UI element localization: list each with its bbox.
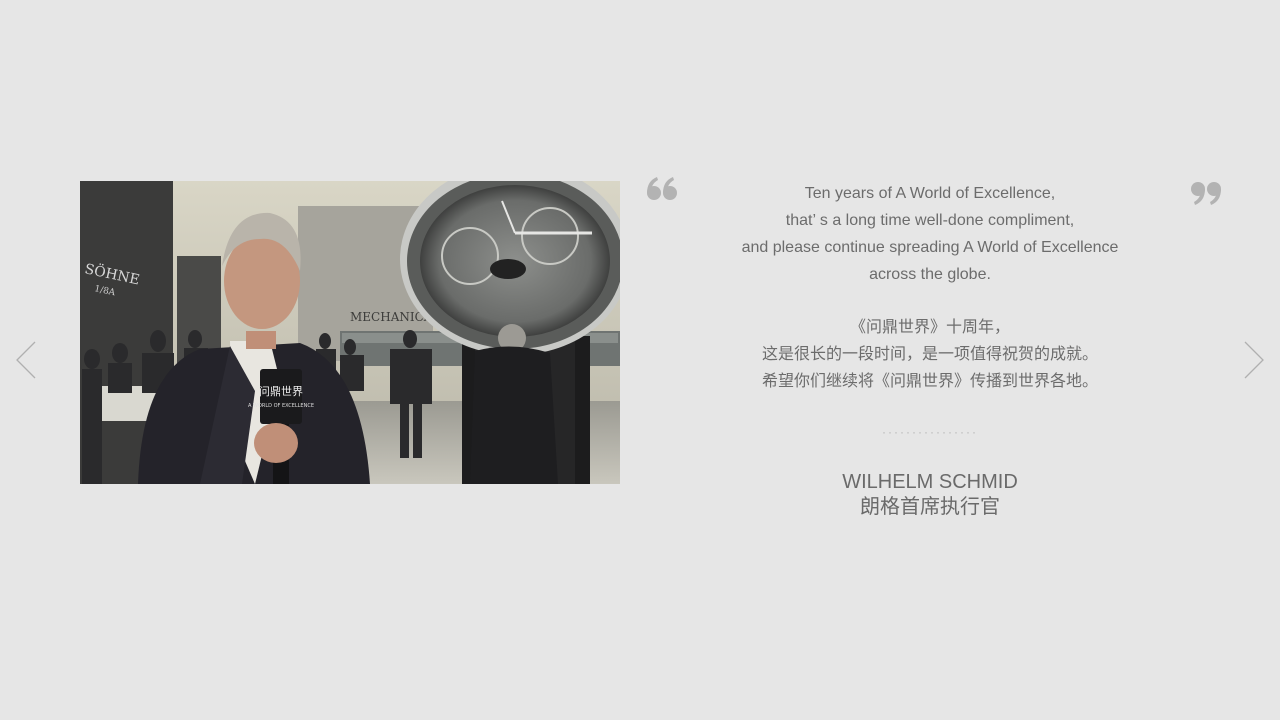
- testimonial-quote: Ten years of A World of Excellence, that…: [700, 180, 1160, 395]
- quote-en-line-4: across the globe.: [869, 266, 991, 283]
- close-quote-icon: [1188, 170, 1224, 210]
- quote-author: WILHELM SCHMID 朗格首席执行官: [760, 470, 1100, 520]
- author-title: 朗格首席执行官: [860, 496, 1000, 518]
- quote-en-line-2: that’ s a long time well-done compliment…: [785, 212, 1075, 229]
- chevron-right-icon: [1244, 341, 1264, 379]
- dotted-divider: ················: [882, 425, 978, 439]
- quote-cn-line-1: 《问鼎世界》十周年，: [849, 319, 1010, 336]
- quote-cn-line-3: 希望你们继续将《问鼎世界》传播到世界各地。: [761, 373, 1098, 390]
- quote-cn-line-2: 这是很长的一段时间，是一项值得祝贺的成就。: [761, 346, 1098, 363]
- quote-en-line-3: and please continue spreading A World of…: [741, 239, 1119, 256]
- author-name: WILHELM SCHMID: [842, 471, 1018, 493]
- quote-en-line-1: Ten years of A World of Excellence,: [804, 185, 1056, 202]
- testimonial-slide: SÖHNE 1/8A MECHANICA 问鼎世界 A WORLD OF EXC…: [0, 0, 1280, 720]
- previous-slide-button[interactable]: [14, 340, 38, 380]
- next-slide-button[interactable]: [1242, 340, 1266, 380]
- mic-logo-en: A WORLD OF EXCELLENCE: [248, 403, 314, 409]
- interview-photo: SÖHNE 1/8A MECHANICA 问鼎世界 A WORLD OF EXC…: [80, 181, 620, 484]
- chevron-left-icon: [16, 341, 36, 379]
- mic-logo-cn: 问鼎世界: [259, 385, 303, 398]
- open-quote-icon: [644, 170, 680, 210]
